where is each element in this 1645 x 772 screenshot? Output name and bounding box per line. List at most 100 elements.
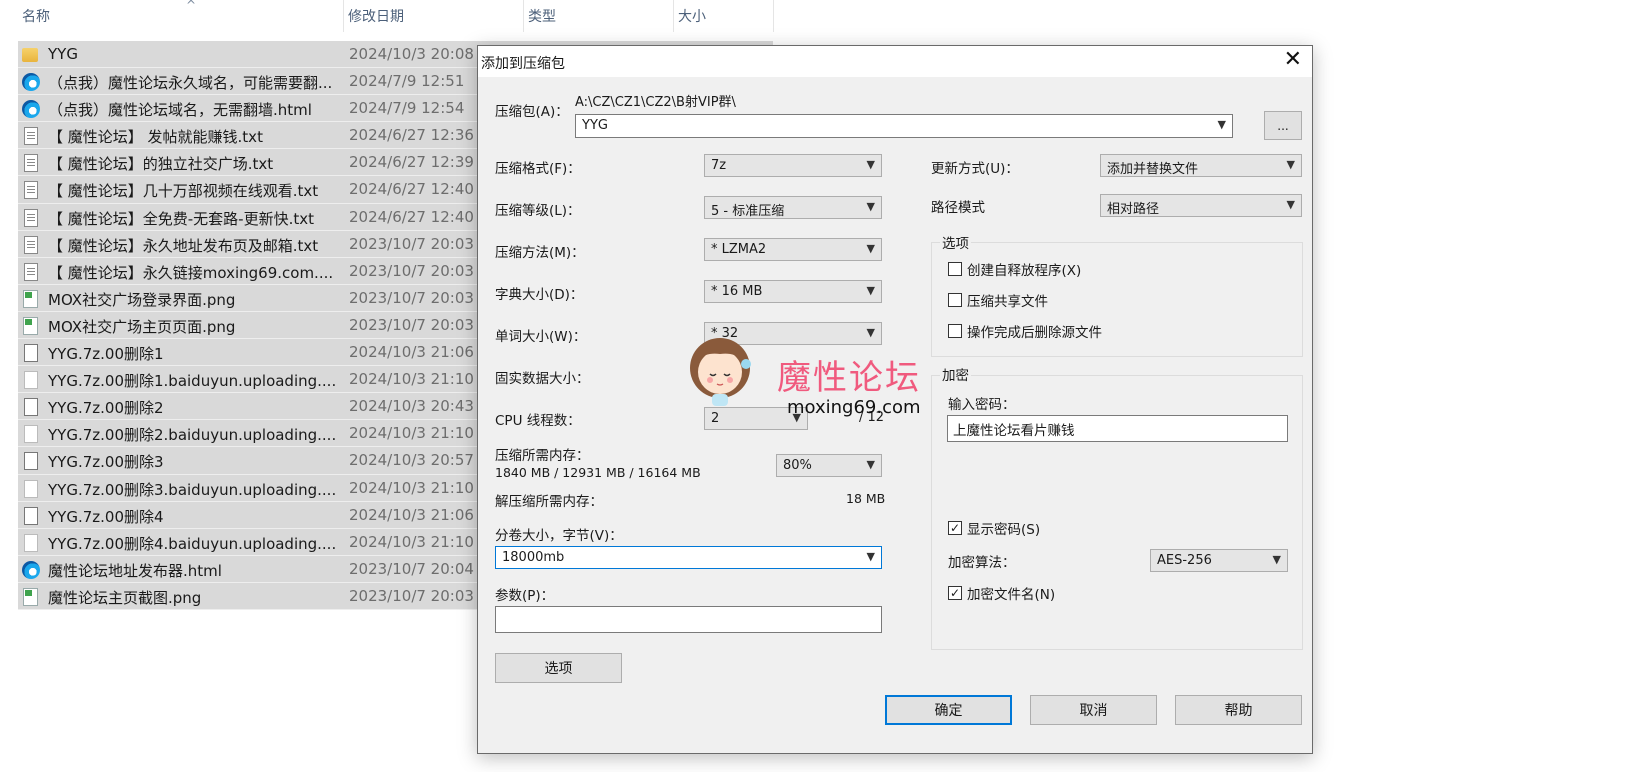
delete-source-checkbox[interactable]: 操作完成后删除源文件 — [948, 321, 1102, 341]
help-button[interactable]: 帮助 — [1175, 695, 1302, 725]
split-value: 18000mb — [502, 550, 565, 565]
file-name: MOX社交广场登录界面.png — [48, 290, 236, 309]
archive-name-combo[interactable]: YYG ▼ — [575, 114, 1233, 138]
file-date: 2024/10/3 21:10 — [349, 478, 474, 497]
params-label: 参数(P)： — [495, 588, 555, 604]
file-name: 【 魔性论坛】 发帖就能赚钱.txt — [48, 128, 263, 147]
method-select[interactable]: * LZMA2 ▼ — [704, 238, 882, 261]
password-input[interactable]: 上魔性论坛看片赚钱 — [947, 415, 1288, 442]
file-date: 2023/10/7 20:03 — [349, 288, 474, 307]
encrypt-names-checkbox[interactable]: ✓ 加密文件名(N) — [948, 583, 1055, 603]
shared-files-checkbox[interactable]: 压缩共享文件 — [948, 290, 1048, 310]
path-mode-label: 路径模式 — [931, 200, 985, 216]
chevron-down-icon: ▼ — [1217, 118, 1226, 131]
browse-button[interactable]: ... — [1264, 111, 1302, 140]
file-date: 2024/10/3 21:10 — [349, 424, 474, 443]
blank-file-icon — [24, 425, 38, 444]
column-name-label: 名称 — [22, 9, 50, 25]
chevron-down-icon: ▼ — [866, 200, 875, 213]
dict-value: * 16 MB — [711, 284, 763, 299]
archive-label: 压缩包(A)： — [495, 104, 569, 120]
column-header-date[interactable]: 修改日期 — [344, 0, 524, 32]
file-date: 2023/10/7 20:03 — [349, 261, 474, 280]
text-file-icon — [24, 235, 38, 254]
chevron-down-icon: ▼ — [866, 158, 875, 171]
file-date: 2023/10/7 20:03 — [349, 315, 474, 334]
password-label: 输入密码： — [948, 397, 1016, 413]
mem-percent-select[interactable]: 80% ▼ — [776, 454, 882, 477]
file-name: MOX社交广场主页页面.png — [48, 317, 236, 336]
blank-file-icon — [24, 398, 38, 417]
enc-method-select[interactable]: AES-256 ▼ — [1150, 549, 1288, 572]
ok-button[interactable]: 确定 — [885, 695, 1012, 725]
sfx-checkbox[interactable]: 创建自释放程序(X) — [948, 259, 1081, 279]
params-input[interactable] — [495, 606, 882, 633]
split-label: 分卷大小，字节(V)： — [495, 528, 623, 544]
file-date: 2024/6/27 12:36 — [349, 126, 474, 145]
encrypt-names-label: 加密文件名(N) — [967, 587, 1056, 603]
file-name: YYG — [48, 45, 78, 63]
text-file-icon — [24, 262, 38, 281]
column-header-name[interactable]: 名称 ^ — [18, 0, 344, 32]
show-password-label: 显示密码(S) — [967, 522, 1041, 538]
file-date: 2024/7/9 12:51 — [349, 72, 465, 91]
blank-file-icon — [24, 533, 38, 552]
blank-file-icon — [24, 452, 38, 471]
mem-value: 1840 MB / 12931 MB / 16164 MB — [495, 465, 701, 480]
image-file-icon — [23, 316, 38, 335]
checkbox-box — [948, 324, 962, 338]
encryption-group-label: 加密 — [940, 364, 971, 384]
options-button[interactable]: 选项 — [495, 653, 622, 683]
chevron-down-icon: ▼ — [866, 326, 875, 339]
chevron-down-icon: ▼ — [1286, 198, 1295, 211]
column-header-type[interactable]: 类型 — [524, 0, 674, 32]
show-password-checkbox[interactable]: ✓ 显示密码(S) — [948, 518, 1040, 538]
close-icon[interactable]: ✕ — [1284, 47, 1302, 72]
file-name: YYG.7z.00删除2 — [48, 399, 164, 418]
file-date: 2024/10/3 20:43 — [349, 397, 474, 416]
file-name: （点我）魔性论坛永久域名，可能需要翻... — [48, 74, 333, 93]
file-name: YYG.7z.00删除4 — [48, 507, 164, 526]
chevron-down-icon: ▼ — [866, 284, 875, 297]
edge-icon — [22, 560, 40, 579]
blank-file-icon — [24, 506, 38, 525]
dict-label: 字典大小(D)： — [495, 287, 584, 303]
file-name: 【 魔性论坛】永久链接moxing69.com.... — [48, 263, 334, 282]
file-name: 【 魔性论坛】几十万部视频在线观看.txt — [48, 182, 319, 201]
path-mode-select[interactable]: 相对路径 ▼ — [1100, 194, 1302, 217]
check-icon: ✓ — [948, 521, 962, 535]
blank-file-icon — [24, 479, 38, 498]
update-label: 更新方式(U)： — [931, 161, 1019, 177]
decomp-label: 解压缩所需内存： — [495, 494, 603, 510]
column-header-size[interactable]: 大小 — [674, 0, 774, 32]
enc-method-label: 加密算法： — [948, 555, 1016, 571]
file-date: 2024/10/3 21:06 — [349, 343, 474, 362]
cancel-button[interactable]: 取消 — [1030, 695, 1157, 725]
blank-file-icon — [24, 344, 38, 363]
file-name: YYG.7z.00删除2.baiduyun.uploading.... — [48, 426, 337, 445]
file-date: 2024/10/3 21:06 — [349, 505, 474, 524]
file-date: 2024/7/9 12:54 — [349, 99, 465, 118]
method-label: 压缩方法(M)： — [495, 245, 585, 261]
options-group-label: 选项 — [940, 232, 971, 252]
file-date: 2024/10/3 21:10 — [349, 370, 474, 389]
cpu-label: CPU 线程数： — [495, 413, 581, 429]
level-select[interactable]: 5 - 标准压缩 ▼ — [704, 196, 882, 219]
sfx-label: 创建自释放程序(X) — [967, 263, 1082, 279]
check-icon: ✓ — [948, 586, 962, 600]
chevron-down-icon: ▼ — [1272, 553, 1281, 566]
watermark-text: 魔性论坛 — [777, 358, 921, 398]
file-name: YYG.7z.00删除1 — [48, 345, 164, 364]
file-date: 2024/6/27 12:40 — [349, 180, 474, 199]
file-date: 2024/10/3 20:57 — [349, 451, 474, 470]
image-file-icon — [23, 587, 38, 606]
split-size-combo[interactable]: 18000mb ▼ — [495, 546, 882, 569]
mem-label: 压缩所需内存： — [495, 448, 590, 464]
enc-method-value: AES-256 — [1157, 553, 1212, 568]
format-select[interactable]: 7z ▼ — [704, 154, 882, 177]
decomp-value: 18 MB — [846, 491, 886, 506]
dialog-titlebar[interactable]: 添加到压缩包 ✕ — [478, 46, 1312, 77]
update-select[interactable]: 添加并替换文件 ▼ — [1100, 154, 1302, 177]
dict-select[interactable]: * 16 MB ▼ — [704, 280, 882, 303]
text-file-icon — [24, 154, 38, 173]
